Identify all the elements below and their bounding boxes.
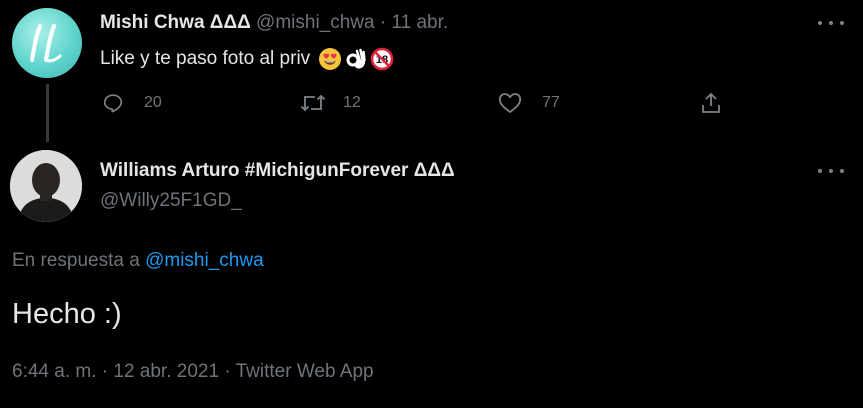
reply-author-handle[interactable]: @Willy25F1GD_: [100, 190, 242, 212]
retweet-button[interactable]: 12: [300, 88, 361, 118]
header-separator: ·: [374, 12, 392, 33]
parent-more-button[interactable]: [818, 16, 844, 30]
parent-tweet-actions: 20 12 77: [100, 88, 740, 118]
reply-button[interactable]: 20: [102, 88, 162, 118]
reply-author-name[interactable]: Williams Arturo #MichigunForever ΔΔΔ: [100, 160, 455, 182]
meta-separator: ·: [96, 361, 114, 382]
reply-count: 20: [144, 94, 162, 111]
parent-tweet-header: Mishi Chwa ΔΔΔ @mishi_chwa · 11 abr.: [100, 12, 448, 34]
avatar-monogram-icon: [30, 24, 62, 63]
reply-to-handle-link[interactable]: @mishi_chwa: [145, 250, 264, 271]
tweet-metadata: 6:44 a. m. · 12 abr. 2021 · Twitter Web …: [12, 361, 374, 383]
retweet-count: 12: [343, 94, 361, 111]
parent-tweet-text: Like y te paso foto al priv 18: [100, 47, 394, 71]
parent-tweet-body: Like y te paso foto al priv: [100, 48, 311, 69]
more-icon: [818, 21, 822, 25]
meta-separator: ·: [219, 361, 236, 382]
reply-context: En respuesta a @mishi_chwa: [12, 250, 264, 272]
parent-tweet-date[interactable]: 11 abr.: [391, 12, 448, 33]
like-count: 77: [542, 94, 560, 111]
tweet-time[interactable]: 6:44 a. m.: [12, 361, 97, 382]
reply-more-button[interactable]: [818, 164, 844, 178]
tweet-thread: Mishi Chwa ΔΔΔ @mishi_chwa · 11 abr. Lik…: [0, 0, 863, 408]
avatar-williams-arturo[interactable]: [10, 150, 82, 222]
ok-hand-emoji-icon: [346, 48, 366, 69]
reply-prefix: En respuesta a: [12, 250, 146, 271]
heart-icon: [498, 93, 522, 113]
thread-connector-line: [46, 84, 49, 142]
like-button[interactable]: 77: [498, 88, 560, 118]
avatar-mishi-chwa[interactable]: [12, 8, 82, 78]
parent-author-handle[interactable]: @mishi_chwa: [256, 12, 375, 33]
no-under-eighteen-emoji-icon: 18: [370, 47, 394, 71]
more-icon: [818, 169, 822, 173]
reply-icon: [103, 94, 123, 113]
avatar-photo-icon: [10, 150, 82, 222]
retweet-icon: [300, 94, 326, 112]
tweet-source[interactable]: Twitter Web App: [236, 361, 374, 382]
share-icon: [702, 92, 720, 113]
heart-eyes-emoji-icon: [319, 48, 342, 70]
reply-tweet-text: Hecho :): [12, 298, 122, 330]
tweet-date[interactable]: 12 abr. 2021: [113, 361, 219, 382]
parent-author-name[interactable]: Mishi Chwa ΔΔΔ: [100, 12, 251, 33]
share-button[interactable]: [700, 88, 722, 118]
